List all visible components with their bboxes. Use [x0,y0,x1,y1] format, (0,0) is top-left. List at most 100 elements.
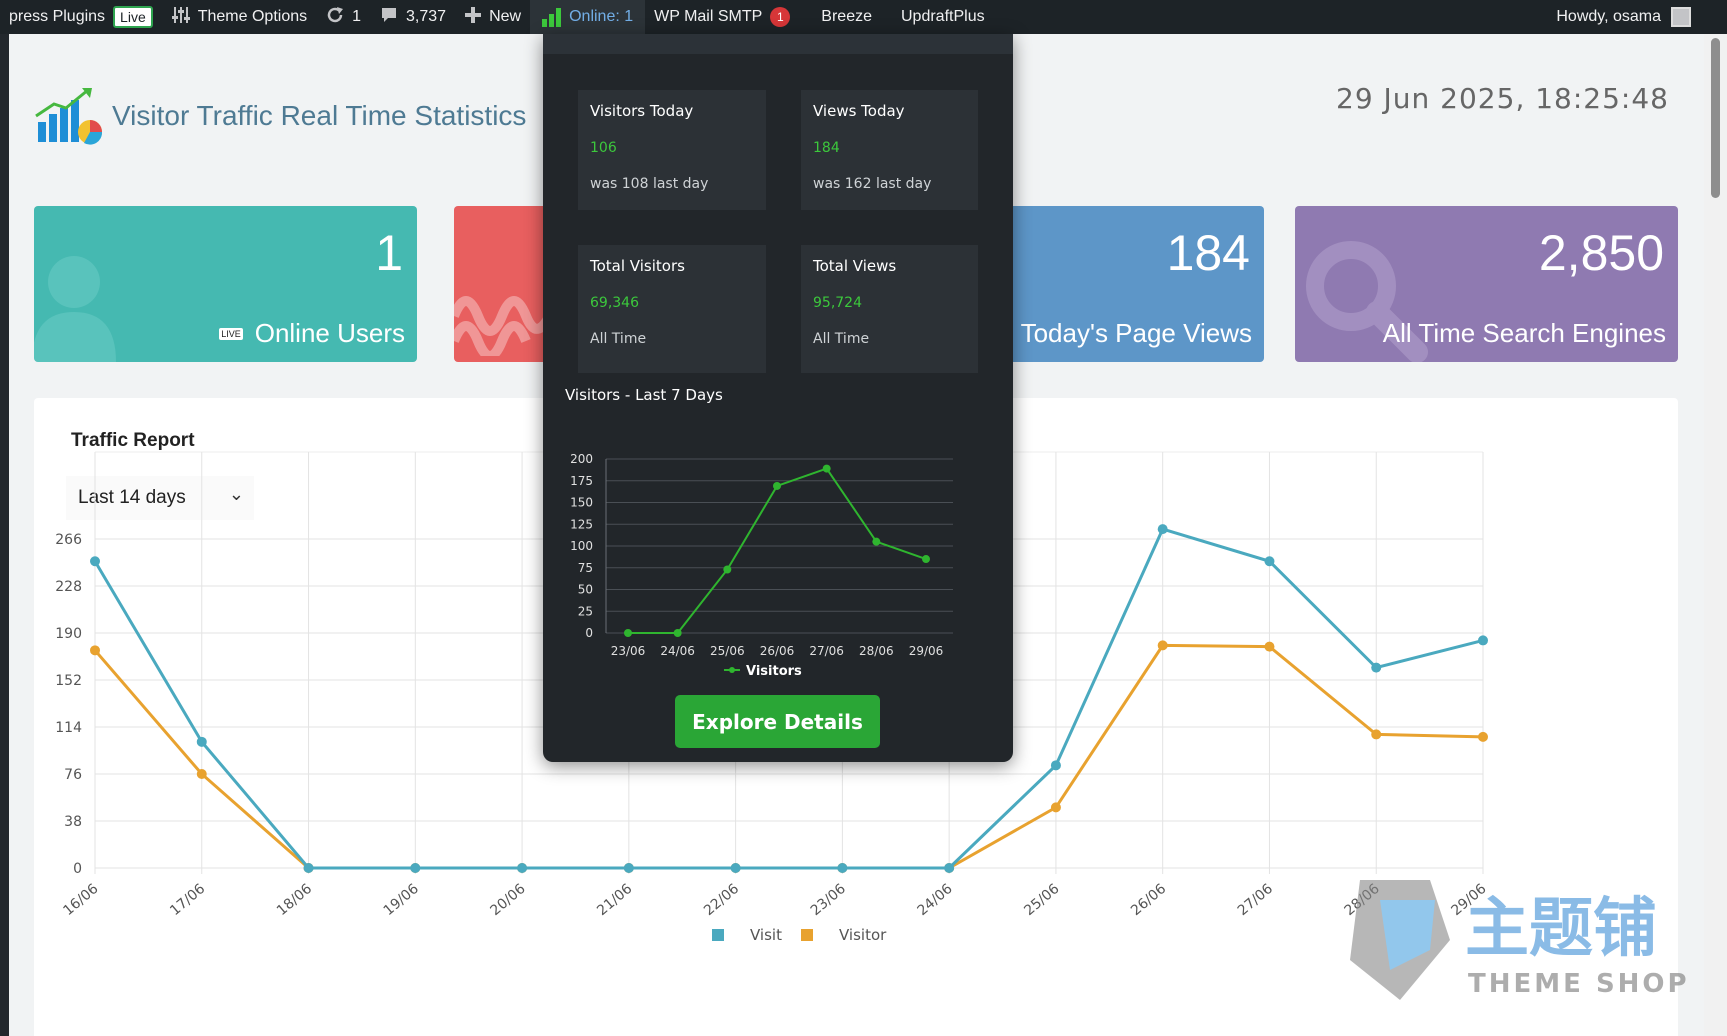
x-tick-label: 24/06 [660,644,695,658]
total-views-sub: All Time [813,331,870,347]
x-tick-label: 27/06 [1235,881,1276,919]
plugins-menu[interactable]: press Plugins Live [0,0,162,34]
online-users-value: 1 [375,225,403,281]
live-badge: Live [113,6,153,28]
data-point [410,863,421,873]
new-content-menu[interactable]: New [455,0,530,34]
avatar [1671,7,1691,27]
online-users-label: Online Users [254,318,405,348]
updates-menu[interactable]: 1 [316,0,370,34]
online-label: Online: 1 [569,8,634,25]
data-point [822,464,831,473]
x-tick-label: 20/06 [487,881,528,919]
user-icon [34,256,116,362]
data-point [196,736,207,747]
x-tick-label: 26/06 [760,644,795,658]
updraftplus-label: UpdraftPlus [901,8,985,25]
comment-icon [379,5,399,30]
y-tick-label: 100 [570,539,593,553]
data-point [303,863,314,873]
total-visitors-sub: All Time [590,331,647,347]
data-point [1478,635,1488,646]
x-tick-label: 28/06 [859,644,894,658]
legend-label: Visit [750,926,782,944]
breeze-label: Breeze [821,8,872,25]
visitors-today-sub: was 108 last day [590,176,709,192]
y-tick-label: 266 [55,532,82,548]
updates-count: 1 [352,8,362,25]
y-tick-label: 0 [73,861,82,877]
data-point [90,556,100,567]
theme-options-label: Theme Options [197,8,308,25]
views-today-sub: was 162 last day [813,176,932,192]
data-point [922,555,930,564]
visitors-today-box: Visitors Today 106 was 108 last day [578,90,766,210]
y-tick-label: 25 [578,604,593,618]
y-tick-label: 0 [585,626,593,640]
data-point [1050,760,1061,771]
y-tick-label: 190 [55,626,82,642]
y-tick-label: 50 [578,583,593,597]
explore-details-button[interactable]: Explore Details [675,695,880,748]
data-point [1264,556,1275,567]
legend-label: Visitor [839,926,887,944]
total-visitors-title: Total Visitors [590,257,685,275]
x-tick-label: 24/06 [915,881,956,919]
popup-top-strip [543,34,1013,54]
y-tick-label: 228 [55,579,82,595]
x-tick-label: 23/06 [611,644,646,658]
total-views-value: 95,724 [813,295,862,311]
y-tick-label: 150 [570,496,593,510]
account-menu[interactable]: Howdy, osama [1556,7,1727,27]
data-point [872,537,881,546]
data-point [1478,731,1488,742]
online-users-card[interactable]: 1 LIVE Online Users [34,206,417,362]
online-stats-popup: Visitors Today 106 was 108 last day View… [543,34,1013,762]
legend-swatch [799,927,815,943]
legend-swatch [710,927,726,943]
data-point [1157,524,1168,535]
visitors-today-title: Visitors Today [590,102,694,120]
x-tick-label: 17/06 [167,881,208,919]
x-tick-label: 25/06 [710,644,745,658]
total-visitors-value: 69,346 [590,295,639,311]
howdy-label: Howdy, osama [1556,8,1661,25]
watermark-en: THEME SHOP [1468,969,1690,999]
views-today-title: Views Today [813,102,905,120]
visitors-card[interactable] [454,206,554,362]
online-menu[interactable]: Online: 1 [530,0,646,34]
updraftplus-menu[interactable]: UpdraftPlus [881,0,994,34]
refresh-icon [325,5,345,30]
data-point [90,645,100,656]
scrollbar-thumb[interactable] [1711,38,1720,198]
y-tick-label: 200 [570,452,593,466]
wp-mail-smtp-menu[interactable]: WP Mail SMTP 1 [645,0,799,34]
data-point [624,629,632,637]
search-engines-value: 2,850 [1538,225,1664,281]
wave-icon [454,296,554,356]
total-views-box: Total Views 95,724 All Time [801,245,978,373]
sliders-icon [171,5,191,30]
watermark-cn: 主题铺 [1465,892,1657,966]
views-today-value: 184 [813,140,840,156]
y-tick-label: 114 [55,720,82,736]
breeze-menu[interactable]: Breeze [799,0,881,34]
data-point [1050,802,1061,813]
visitors-today-value: 106 [590,140,617,156]
online-users-label-wrap: LIVE Online Users [219,318,405,349]
new-label: New [489,8,522,25]
data-point [1371,729,1382,740]
data-point [944,863,955,873]
comments-menu[interactable]: 3,737 [370,0,455,34]
y-tick-label: 175 [570,474,593,488]
legend-marker [729,667,735,673]
mini-chart-title: Visitors - Last 7 Days [565,386,723,404]
search-engines-card[interactable]: 2,850 All Time Search Engines [1295,206,1678,362]
data-point [730,863,741,873]
theme-options-menu[interactable]: Theme Options [162,0,316,34]
y-tick-label: 75 [578,561,593,575]
legend-label: Visitors [746,664,802,679]
y-tick-label: 76 [64,767,82,783]
page-views-card[interactable]: 184 Today's Page Views [989,206,1264,362]
y-tick-label: 125 [570,517,593,531]
